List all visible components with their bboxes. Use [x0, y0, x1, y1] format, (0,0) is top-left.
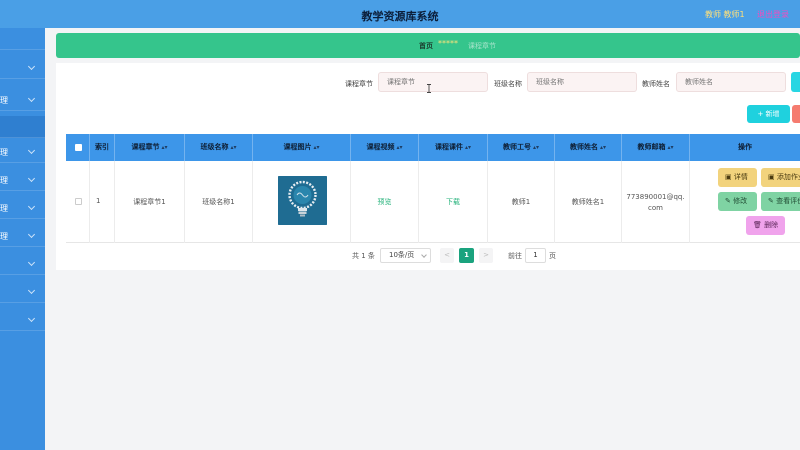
- sidebar-item-home[interactable]: [0, 28, 45, 50]
- page-suffix: 页: [549, 252, 556, 260]
- chapter-search-input[interactable]: [378, 72, 488, 92]
- chevron-down-icon: [27, 286, 36, 295]
- goto-label: 前往: [508, 252, 522, 260]
- delete-button[interactable]: 🗑 删除: [746, 216, 785, 235]
- detail-button[interactable]: ▣ 详情: [718, 168, 757, 187]
- chevron-down-icon: [27, 230, 36, 239]
- sidebar: 理 理 理 理 理: [0, 28, 45, 450]
- select-all-checkbox[interactable]: [75, 144, 82, 151]
- add-button[interactable]: + 新增: [747, 105, 790, 123]
- cell-video: 预览: [351, 161, 419, 243]
- sort-icon: ▴▾: [599, 144, 607, 151]
- breadcrumb-separator: *****: [438, 39, 458, 48]
- sort-icon: ▴▾: [161, 144, 168, 151]
- teacher-search-input[interactable]: [676, 72, 786, 92]
- cell-courseware: 下载: [419, 161, 488, 243]
- chevron-down-icon: [27, 258, 36, 267]
- sidebar-item-10[interactable]: [0, 309, 45, 331]
- edit-icon: ✎: [725, 197, 734, 205]
- chapter-label: 课程章节: [345, 80, 373, 88]
- cell-course-image: [253, 161, 351, 243]
- sort-icon: ▴▾: [230, 144, 237, 151]
- top-bar: 教学资源库系统 教师 教师1 退出登录: [0, 0, 800, 28]
- column-header-teacher-id[interactable]: 教师工号 ▴▾: [488, 134, 555, 161]
- sidebar-item-9[interactable]: [0, 281, 45, 303]
- chevron-down-icon: [27, 94, 36, 103]
- pagination-total: 共 1 条: [352, 252, 375, 260]
- courseware-download-link[interactable]: 下载: [419, 197, 487, 207]
- cell-teacher-name: 教师姓名1: [555, 161, 622, 243]
- class-search-input[interactable]: [527, 72, 637, 92]
- table-header: 索引 课程章节 ▴▾ 班级名称 ▴▾ 课程图片 ▴▾ 课程视频 ▴▾ 课程课件 ▴▾ 教师…: [66, 134, 800, 161]
- column-header-index: 索引: [90, 134, 115, 161]
- column-header-chapter[interactable]: 课程章节 ▴▾: [115, 134, 185, 161]
- chevron-down-icon: [27, 62, 36, 71]
- chevron-down-icon: [27, 174, 36, 183]
- goto-page-input[interactable]: 1: [525, 248, 546, 263]
- sort-icon: ▴▾: [313, 144, 320, 151]
- logout-link[interactable]: 退出登录: [757, 9, 789, 20]
- edit-button[interactable]: ✎ 修改: [718, 192, 757, 211]
- document-icon: ▣: [768, 173, 777, 181]
- sidebar-item-6[interactable]: 理: [0, 197, 45, 219]
- course-thumbnail[interactable]: [278, 176, 327, 225]
- edit-icon: ✎: [768, 197, 777, 205]
- search-button[interactable]: [791, 72, 800, 92]
- class-label: 班级名称: [494, 80, 522, 88]
- sidebar-item-5[interactable]: 理: [0, 169, 45, 191]
- row-checkbox[interactable]: [75, 198, 82, 205]
- table-row: 1 课程章节1 班级名称1 预览 下载 教师1 教师姓名1 773890001@…: [66, 161, 800, 243]
- cell-teacher-email: 773890001@qq. com: [622, 161, 690, 243]
- sort-icon: ▴▾: [396, 144, 403, 151]
- column-header-image[interactable]: 课程图片 ▴▾: [253, 134, 351, 161]
- chevron-down-icon: [27, 202, 36, 211]
- trash-icon: 🗑: [753, 221, 765, 229]
- column-header-teacher-email[interactable]: 教师邮箱 ▴▾: [622, 134, 690, 161]
- add-homework-button[interactable]: ▣ 添加作业: [761, 168, 800, 187]
- breadcrumb: 首页 ***** 课程章节: [56, 33, 800, 58]
- sort-icon: ▴▾: [532, 144, 540, 151]
- column-header-class[interactable]: 班级名称 ▴▾: [185, 134, 253, 161]
- chevron-down-icon: [27, 146, 36, 155]
- sidebar-item-8[interactable]: [0, 253, 45, 275]
- batch-delete-button[interactable]: [792, 105, 800, 123]
- app-title: 教学资源库系统: [361, 10, 439, 23]
- chevron-down-icon: [421, 252, 427, 258]
- sort-icon: ▴▾: [464, 144, 472, 151]
- cell-class-name: 班级名称1: [185, 161, 253, 243]
- sort-icon: ▴▾: [667, 144, 674, 151]
- lightbulb-icon: [278, 176, 327, 225]
- select-all-cell: [66, 134, 90, 161]
- breadcrumb-home[interactable]: 首页: [419, 41, 433, 51]
- sidebar-item-3[interactable]: [0, 116, 45, 138]
- text-cursor-icon: [427, 84, 431, 93]
- page-number-current[interactable]: 1: [459, 248, 474, 263]
- next-page-button[interactable]: >: [479, 248, 493, 263]
- video-preview-link[interactable]: 预览: [351, 197, 418, 207]
- chevron-down-icon: [27, 314, 36, 323]
- page-size-select[interactable]: 10条/页: [380, 248, 431, 263]
- document-icon: ▣: [725, 173, 734, 181]
- column-header-teacher-name[interactable]: 教师姓名 ▴▾: [555, 134, 622, 161]
- teacher-label: 教师姓名: [642, 80, 670, 88]
- cell-teacher-id: 教师1: [488, 161, 555, 243]
- column-header-video[interactable]: 课程视频 ▴▾: [351, 134, 419, 161]
- row-select-cell: [66, 161, 90, 243]
- sidebar-item-7[interactable]: 理: [0, 225, 45, 247]
- current-user[interactable]: 教师 教师1: [705, 9, 745, 20]
- cell-chapter: 课程章节1: [115, 161, 185, 243]
- breadcrumb-current: 课程章节: [468, 42, 496, 50]
- prev-page-button[interactable]: <: [440, 248, 454, 263]
- sidebar-item-1[interactable]: [0, 57, 45, 79]
- cell-index: 1: [90, 161, 115, 243]
- column-header-courseware[interactable]: 课程课件 ▴▾: [419, 134, 488, 161]
- column-header-actions: 操作: [738, 143, 752, 151]
- view-review-button[interactable]: ✎ 查看评价: [761, 192, 800, 211]
- sidebar-item-4[interactable]: 理: [0, 141, 45, 163]
- sidebar-item-2[interactable]: 理: [0, 89, 45, 111]
